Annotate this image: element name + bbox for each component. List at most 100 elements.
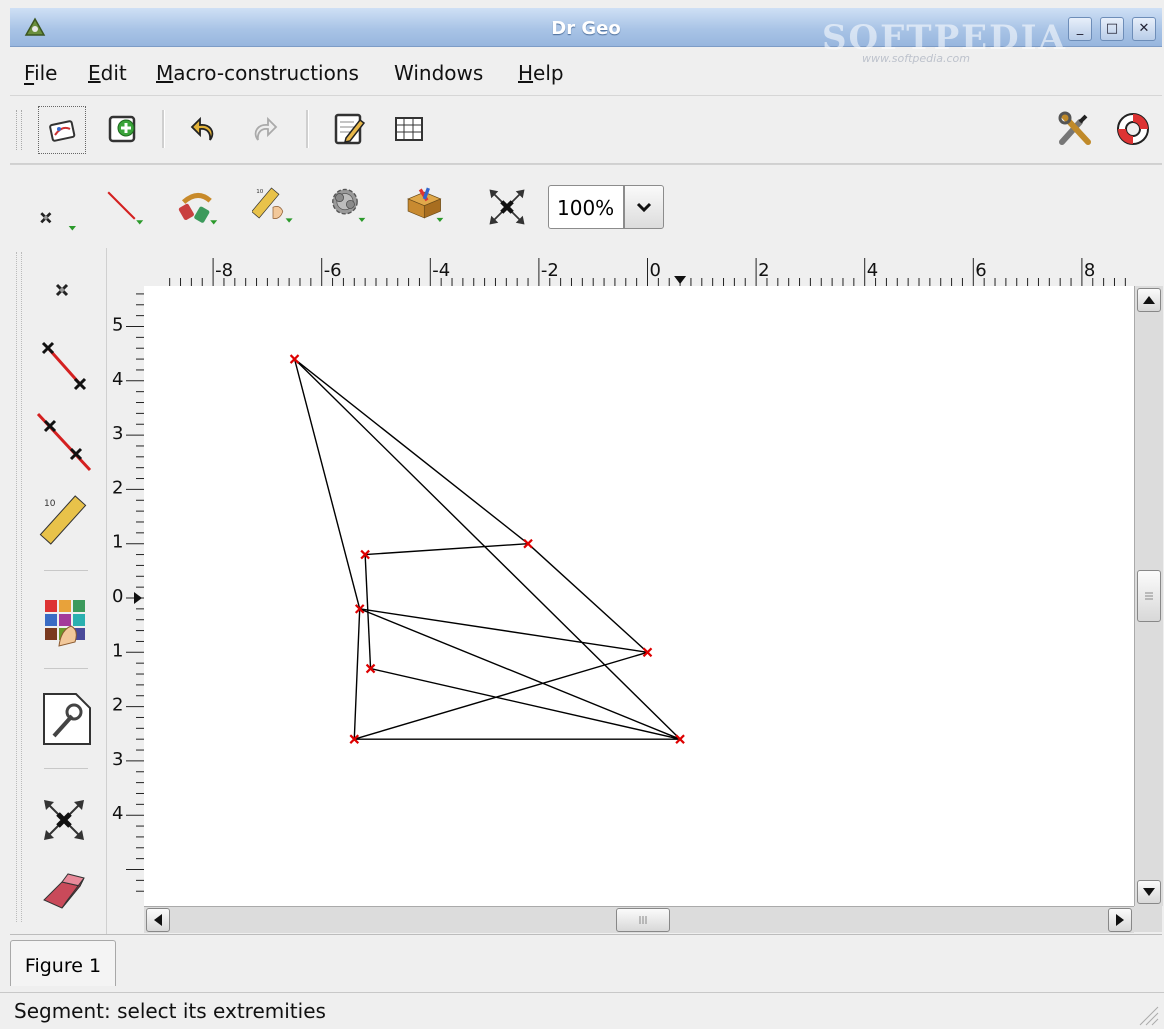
point[interactable]: [289, 354, 300, 364]
point-tool-button[interactable]: [34, 194, 76, 236]
toolbar-separator: [162, 110, 165, 148]
segment[interactable]: [365, 543, 529, 556]
ruler-label: 4: [112, 803, 123, 824]
segment[interactable]: [294, 358, 681, 740]
segment[interactable]: [370, 667, 681, 740]
ruler-label: 8: [1084, 260, 1095, 281]
arrow-up-icon: [1143, 296, 1155, 304]
menu-windows[interactable]: Windows: [394, 61, 483, 85]
delete-button[interactable]: [40, 868, 88, 916]
scroll-down-button[interactable]: [1137, 880, 1161, 904]
vertical-scrollbar[interactable]: [1134, 286, 1163, 906]
move-button[interactable]: [40, 796, 88, 844]
segment[interactable]: [353, 608, 361, 740]
redo-button[interactable]: [242, 108, 284, 150]
move-tool-button[interactable]: [486, 186, 528, 228]
ruler-label: 6: [975, 260, 986, 281]
scroll-left-button[interactable]: [146, 908, 170, 932]
menu-macro-constructions[interactable]: Macro-constructions: [156, 61, 359, 85]
status-message: Segment: select its extremities: [14, 999, 326, 1023]
chevron-down-icon: [636, 202, 652, 213]
move-tool-icon: [489, 189, 525, 225]
scroll-right-button[interactable]: [1108, 908, 1132, 932]
segment[interactable]: [359, 608, 648, 653]
figure-canvas[interactable]: [144, 286, 1134, 906]
transformation-tool-button[interactable]: [178, 186, 220, 228]
horizontal-ruler[interactable]: -8 -6 -4 -2 0 2 4 6 8: [144, 252, 1134, 287]
minimize-button[interactable]: _: [1068, 17, 1092, 41]
macro-button[interactable]: [326, 182, 368, 224]
line-icon: [36, 412, 92, 472]
zoom-dropdown-button[interactable]: [624, 185, 664, 229]
geometry-figure[interactable]: [144, 286, 1134, 906]
menu-file-label: File: [24, 61, 58, 85]
menu-edit[interactable]: Edit: [88, 61, 127, 85]
transformation-tool-icon: [178, 193, 218, 225]
new-figure-icon: [49, 120, 76, 142]
line-tool-icon: [107, 191, 144, 225]
menu-help[interactable]: Help: [518, 61, 564, 85]
segment-button[interactable]: [40, 340, 88, 392]
menu-macro-label: Macro-constructions: [156, 61, 359, 85]
tab-figure-1[interactable]: Figure 1: [10, 940, 116, 986]
redo-icon: [254, 116, 278, 141]
ruler-label: -2: [541, 260, 559, 281]
ruler-label: -4: [432, 260, 450, 281]
new-view-button[interactable]: [102, 108, 144, 150]
script-button[interactable]: [404, 182, 446, 224]
script-box-icon: [407, 187, 444, 222]
line-tool-button[interactable]: [104, 186, 146, 228]
ruler-corner: [110, 252, 144, 286]
style-button[interactable]: [40, 596, 90, 648]
edit-text-button[interactable]: [328, 108, 370, 150]
preferences-button[interactable]: [1054, 108, 1096, 150]
zoom-combo-value[interactable]: 100%: [548, 185, 624, 229]
segment[interactable]: [354, 651, 648, 740]
ruler-marker: [134, 592, 142, 604]
horizontal-scrollbar[interactable]: [144, 906, 1134, 933]
ruler-label: 0: [112, 586, 123, 607]
segment[interactable]: [359, 608, 681, 740]
help-button[interactable]: [1112, 108, 1154, 150]
vertical-ruler[interactable]: 5 4 3 2 1 0 1 2 3 4: [110, 286, 145, 906]
left-tool-panel: 10: [14, 248, 107, 934]
close-button[interactable]: ✕: [1132, 17, 1156, 41]
move-arrows-icon: [44, 800, 84, 840]
point-button[interactable]: [42, 270, 84, 312]
svg-text:10: 10: [256, 189, 264, 195]
segment[interactable]: [293, 358, 361, 610]
title-bar[interactable]: Dr Geo SOFTPEDIA www.softpedia.com _ □ ✕: [10, 8, 1162, 65]
resize-grip-icon[interactable]: [1136, 1003, 1160, 1027]
grid-icon: [395, 117, 423, 141]
arrow-down-icon: [1143, 888, 1155, 896]
main-toolbar: [10, 96, 1162, 164]
new-figure-button[interactable]: [38, 106, 86, 154]
panel-separator: [44, 668, 88, 669]
ruler-label: 2: [758, 260, 769, 281]
horizontal-scroll-thumb[interactable]: [616, 908, 670, 932]
vertical-scroll-thumb[interactable]: [1137, 570, 1161, 622]
preferences-icon: [1058, 111, 1091, 145]
properties-button[interactable]: [40, 690, 94, 748]
help-lifebuoy-icon: [1117, 113, 1149, 145]
line-button[interactable]: [36, 412, 92, 472]
maximize-button[interactable]: □: [1100, 17, 1124, 41]
properties-wrench-icon: [43, 693, 91, 745]
menu-file[interactable]: File: [24, 61, 57, 85]
scroll-up-button[interactable]: [1137, 288, 1161, 312]
ruler-label: 2: [112, 695, 123, 716]
measure-tool-button[interactable]: 10: [252, 182, 294, 224]
ruler-label: 3: [112, 423, 123, 444]
segment-icon: [41, 341, 87, 391]
ruler-label: 5: [112, 315, 123, 336]
macro-gear-icon: [332, 188, 366, 222]
style-palette-icon: [45, 600, 85, 647]
measure-button[interactable]: 10: [38, 490, 90, 548]
arrow-right-icon: [1116, 914, 1124, 926]
toolbar-grip[interactable]: [16, 110, 22, 150]
undo-button[interactable]: [184, 108, 226, 150]
panel-grip[interactable]: [16, 252, 22, 922]
grid-button[interactable]: [388, 108, 430, 150]
segment[interactable]: [527, 543, 648, 653]
segment[interactable]: [294, 358, 529, 545]
